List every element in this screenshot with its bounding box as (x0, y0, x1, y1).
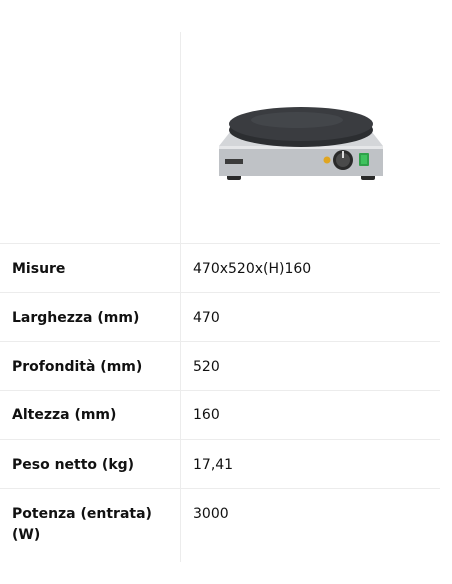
spec-label-altezza: Altezza (mm) (12, 407, 117, 423)
spec-label-larghezza: Larghezza (mm) (12, 310, 140, 326)
spec-label-misure: Misure (12, 261, 66, 277)
spec-value-peso-netto: 17,41 (193, 457, 234, 473)
spec-label-potenza: Potenza (entrata) (W) (12, 506, 152, 543)
row-separator (0, 488, 440, 489)
row-separator (0, 243, 440, 244)
spec-value-larghezza: 470 (193, 310, 220, 326)
spec-label-profondita: Profondità (mm) (12, 359, 143, 375)
row-separator (0, 390, 440, 391)
product-image-cell (181, 0, 440, 243)
row-separator (0, 341, 440, 342)
spec-value-potenza: 3000 (193, 506, 229, 522)
spec-label-peso-netto: Peso netto (kg) (12, 457, 135, 473)
spec-value-profondita: 520 (193, 359, 220, 375)
row-separator (0, 292, 440, 293)
row-separator (0, 439, 440, 440)
spec-value-altezza: 160 (193, 407, 220, 423)
spec-table: Misure 470x520x(H)160 Larghezza (mm) 470… (0, 0, 440, 584)
crepe-maker-image (219, 107, 383, 180)
spec-value-misure: 470x520x(H)160 (193, 261, 312, 277)
